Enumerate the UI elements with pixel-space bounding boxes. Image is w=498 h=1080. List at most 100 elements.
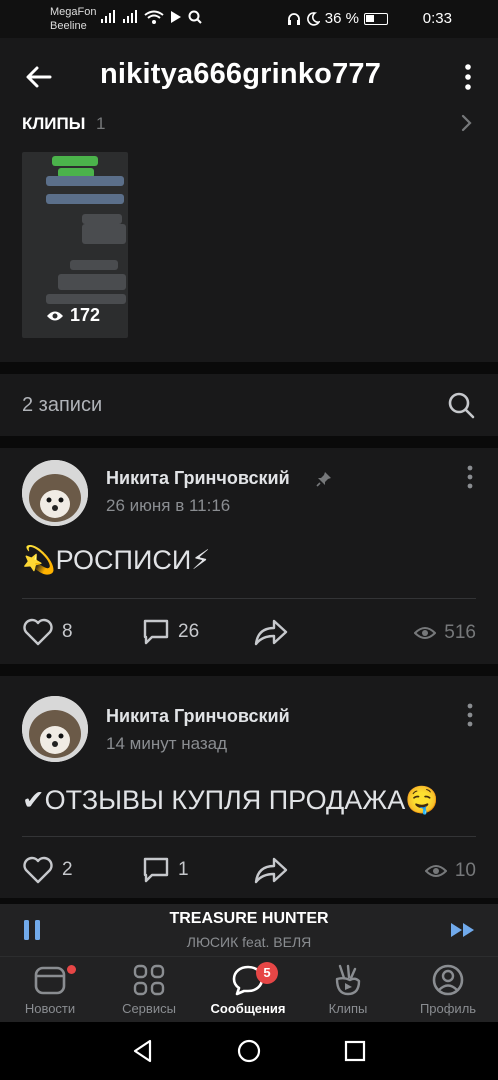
- tab-news[interactable]: Новости: [5, 963, 95, 1016]
- views-count: 516: [444, 622, 476, 643]
- clips-heading[interactable]: КЛИПЫ: [22, 114, 85, 134]
- thumb-bubble: [46, 176, 124, 186]
- post-views: 10: [424, 860, 476, 882]
- moon-icon: [306, 11, 320, 26]
- thumb-bubble: [58, 274, 126, 290]
- comment-icon: [143, 857, 169, 883]
- thumb-bubble: [70, 260, 118, 270]
- more-vertical-icon[interactable]: [460, 62, 476, 92]
- thumb-bubble: [46, 294, 126, 304]
- clips-count: 1: [96, 114, 106, 133]
- eye-icon: [414, 627, 437, 639]
- tab-services[interactable]: Сервисы: [104, 963, 194, 1016]
- post-text: ✔ОТЗЫВЫ КУПЛЯ ПРОДАЖА🤤: [22, 785, 439, 815]
- services-icon: [133, 964, 165, 996]
- status-icons-left: [100, 10, 202, 24]
- hedgehog-avatar-icon: [22, 460, 88, 526]
- profile-icon: [432, 964, 464, 996]
- fast-forward-icon[interactable]: [450, 922, 476, 938]
- post-date: 14 минут назад: [106, 734, 228, 753]
- posts-count: 2 записи: [22, 394, 103, 416]
- page-title: nikitya666grinko777: [100, 58, 382, 90]
- post-divider: [22, 836, 476, 837]
- tab-messages[interactable]: 5 Сообщения: [203, 962, 293, 1016]
- tab-label: Сервисы: [122, 1001, 176, 1016]
- track-title: TREASURE HUNTER: [169, 910, 329, 927]
- avatar[interactable]: [22, 460, 88, 526]
- like-count: 8: [62, 621, 73, 642]
- tab-label: Новости: [24, 1001, 76, 1016]
- share-icon: [254, 857, 288, 884]
- status-bar: MegaFon Beeline 36 % 0:33: [0, 0, 498, 38]
- tab-clips[interactable]: Клипы: [303, 963, 393, 1016]
- post-card: Никита Гринчовский 14 минут назад ✔ОТЗЫВ…: [0, 676, 498, 898]
- hedgehog-avatar-icon: [22, 696, 88, 762]
- signal-icon-2: [123, 10, 137, 23]
- tab-label: Сообщения: [210, 1001, 286, 1016]
- search-status-icon: [188, 10, 202, 24]
- post-card: Никита Гринчовский 26 июня в 11:16 💫РОСП…: [0, 448, 498, 664]
- chevron-right-icon[interactable]: [460, 114, 472, 132]
- nav-back-icon[interactable]: [130, 1038, 156, 1064]
- audio-player[interactable]: TREASURE HUNTER ЛЮСИК feat. ВЕЛЯ: [0, 904, 498, 956]
- thumb-bubble: [82, 214, 122, 224]
- pause-icon[interactable]: [22, 918, 42, 942]
- post-text: 💫РОСПИСИ⚡: [22, 545, 211, 575]
- messages-badge: 5: [256, 962, 278, 984]
- post-views: 516: [414, 622, 476, 644]
- eye-icon: [424, 865, 447, 877]
- play-icon: [171, 11, 181, 23]
- notification-dot: [67, 965, 76, 974]
- system-nav-bar: [0, 1022, 498, 1080]
- posts-header: 2 записи: [0, 374, 498, 436]
- clip-views: 172: [46, 305, 100, 326]
- like-button[interactable]: 2: [22, 856, 73, 884]
- post-author[interactable]: Никита Гринчовский: [106, 706, 290, 727]
- post-date: 26 июня в 11:16: [106, 496, 231, 515]
- avatar[interactable]: [22, 696, 88, 762]
- back-arrow-icon[interactable]: [22, 60, 56, 94]
- heart-icon: [23, 618, 53, 646]
- like-count: 2: [62, 859, 73, 880]
- comment-count: 26: [178, 621, 200, 642]
- bottom-tab-bar: Новости Сервисы 5 Сообщения Клипы Профил…: [0, 956, 498, 1022]
- carrier-2: Beeline: [50, 20, 87, 32]
- share-button[interactable]: [254, 618, 288, 646]
- comment-icon: [143, 619, 169, 645]
- search-icon[interactable]: [446, 390, 476, 420]
- share-icon: [254, 619, 288, 646]
- more-vertical-icon[interactable]: [466, 464, 474, 490]
- thumb-bubble: [46, 194, 124, 204]
- comment-count: 1: [178, 859, 189, 880]
- carrier-1: MegaFon: [50, 6, 97, 18]
- tab-label: Клипы: [328, 1001, 368, 1016]
- comment-button[interactable]: 26: [142, 618, 199, 646]
- heart-icon: [23, 856, 53, 884]
- like-button[interactable]: 8: [22, 618, 73, 646]
- comment-button[interactable]: 1: [142, 856, 189, 884]
- status-icons-right: 36 %: [287, 10, 388, 27]
- post-divider: [22, 598, 476, 599]
- tab-profile[interactable]: Профиль: [403, 963, 493, 1016]
- nav-home-icon[interactable]: [236, 1038, 262, 1064]
- clip-thumbnail[interactable]: 172: [22, 152, 128, 338]
- track-artist: ЛЮСИК feat. ВЕЛЯ: [186, 934, 312, 950]
- carrier-labels: MegaFon Beeline: [50, 5, 96, 33]
- post-author[interactable]: Никита Гринчовский: [106, 468, 290, 489]
- clips-section: КЛИПЫ 1 172: [0, 100, 498, 362]
- clip-views-count: 172: [70, 305, 101, 325]
- more-vertical-icon[interactable]: [466, 702, 474, 728]
- share-button[interactable]: [254, 856, 288, 884]
- nav-recents-icon[interactable]: [342, 1038, 368, 1064]
- thumb-bubble: [52, 156, 98, 166]
- news-icon: [34, 966, 66, 995]
- wifi-icon: [144, 10, 164, 24]
- signal-icon: [101, 10, 115, 23]
- eye-icon: [47, 311, 63, 320]
- tab-label: Профиль: [419, 1001, 477, 1016]
- clips-icon: [335, 964, 361, 996]
- battery-icon: [364, 12, 388, 25]
- clock: 0:33: [422, 10, 452, 27]
- pin-icon: [316, 472, 331, 487]
- views-count: 10: [454, 860, 476, 881]
